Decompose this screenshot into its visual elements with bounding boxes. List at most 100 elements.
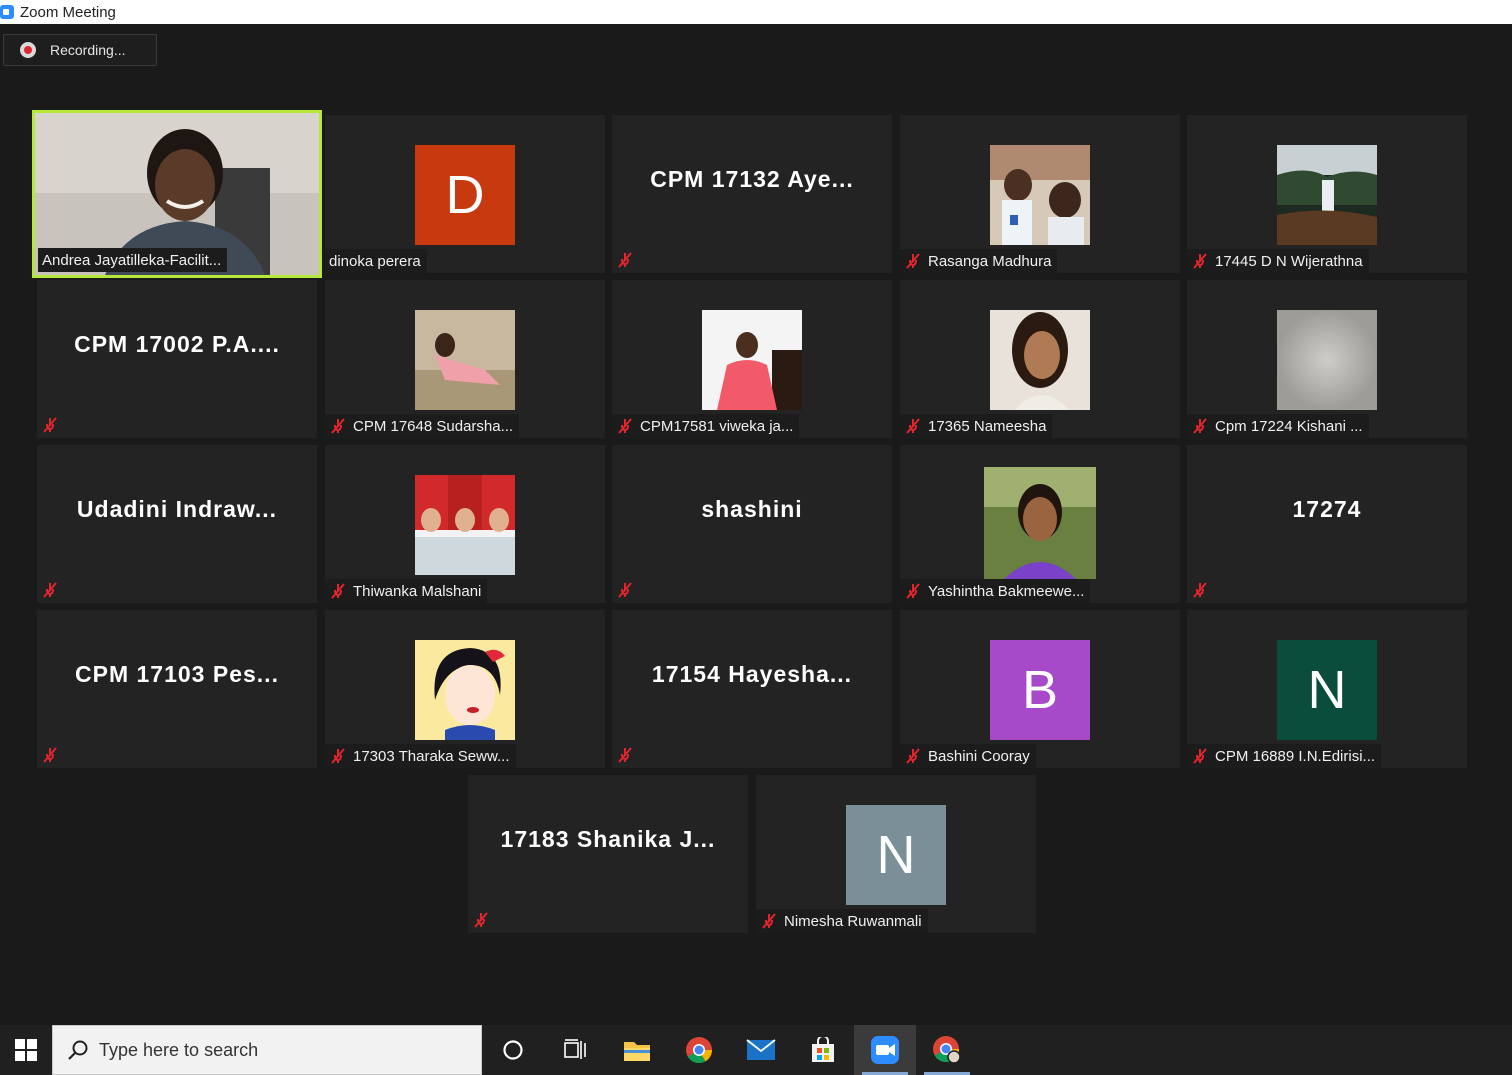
participant-display-name: CPM 17002 P.A.... bbox=[74, 330, 280, 357]
participant-name: 17365 Nameesha bbox=[928, 417, 1047, 435]
chrome-icon[interactable] bbox=[668, 1025, 730, 1075]
participant-display-name: Udadini Indraw... bbox=[76, 495, 278, 522]
participant-namebar: Cpm 17224 Kishani ... bbox=[1187, 414, 1369, 438]
participant-photo bbox=[984, 467, 1096, 579]
cortana-icon[interactable] bbox=[482, 1025, 544, 1075]
participant-name: Nimesha Ruwanmali bbox=[784, 912, 922, 930]
participant-name: Bashini Cooray bbox=[928, 747, 1030, 765]
participant-tile[interactable]: CPM17581 viweka ja... bbox=[612, 280, 892, 438]
participant-name: CPM 16889 I.N.Edirisi... bbox=[1215, 747, 1376, 765]
participant-namebar: 17365 Nameesha bbox=[900, 414, 1053, 438]
participant-namebar: Andrea Jayatilleka-Facilit... bbox=[38, 248, 228, 272]
file-explorer-icon[interactable] bbox=[606, 1025, 668, 1075]
participant-name: Yashintha Bakmeewe... bbox=[928, 582, 1085, 600]
muted-mic-icon bbox=[618, 747, 632, 763]
participant-name: CPM17581 viweka ja... bbox=[640, 417, 794, 435]
chrome-profile-icon[interactable] bbox=[916, 1025, 978, 1075]
participant-tile[interactable]: Andrea Jayatilleka-Facilit... bbox=[32, 110, 322, 278]
participant-tile[interactable]: CPM 17103 Pes... bbox=[37, 610, 317, 768]
muted-mic-icon bbox=[329, 582, 347, 600]
participant-tile[interactable]: 17445 D N Wijerathna bbox=[1187, 115, 1467, 273]
participant-namebar: Bashini Cooray bbox=[900, 744, 1036, 768]
muted-mic-icon bbox=[329, 747, 347, 765]
participant-display-name: 17274 bbox=[1292, 495, 1362, 522]
mail-icon[interactable] bbox=[730, 1025, 792, 1075]
muted-mic-icon bbox=[618, 252, 632, 268]
store-icon[interactable] bbox=[792, 1025, 854, 1075]
participant-name: Andrea Jayatilleka-Facilit... bbox=[42, 251, 222, 269]
participant-tile[interactable]: CPM 17002 P.A.... bbox=[37, 280, 317, 438]
participant-name: CPM 17648 Sudarsha... bbox=[353, 417, 514, 435]
participant-tile[interactable]: shashini bbox=[612, 445, 892, 603]
participant-name: dinoka perera bbox=[329, 252, 421, 270]
participant-name: 17303 Tharaka Seww... bbox=[353, 747, 510, 765]
avatar: B bbox=[990, 640, 1090, 740]
recording-label: Recording... bbox=[50, 42, 126, 58]
participant-name: 17445 D N Wijerathna bbox=[1215, 252, 1363, 270]
participant-display-name: shashini bbox=[701, 495, 803, 522]
participant-name: Cpm 17224 Kishani ... bbox=[1215, 417, 1363, 435]
muted-mic-icon bbox=[760, 912, 778, 930]
participant-photo bbox=[1277, 310, 1377, 410]
participant-tile[interactable]: N CPM 16889 I.N.Edirisi... bbox=[1187, 610, 1467, 768]
participant-photo bbox=[1277, 145, 1377, 245]
muted-mic-icon bbox=[43, 747, 57, 763]
participant-namebar: 17445 D N Wijerathna bbox=[1187, 249, 1369, 273]
task-view-icon[interactable] bbox=[544, 1025, 606, 1075]
participant-name: Thiwanka Malshani bbox=[353, 582, 482, 600]
muted-mic-icon bbox=[1191, 747, 1209, 765]
muted-mic-icon bbox=[1191, 252, 1209, 270]
participant-tile[interactable]: CPM 17648 Sudarsha... bbox=[325, 280, 605, 438]
participant-tile[interactable]: B Bashini Cooray bbox=[900, 610, 1180, 768]
muted-mic-icon bbox=[904, 417, 922, 435]
muted-mic-icon bbox=[1191, 417, 1209, 435]
participant-namebar: Nimesha Ruwanmali bbox=[756, 909, 928, 933]
participant-tile[interactable]: 17303 Tharaka Seww... bbox=[325, 610, 605, 768]
avatar: N bbox=[1277, 640, 1377, 740]
record-icon bbox=[20, 42, 36, 58]
participant-tile[interactable]: Thiwanka Malshani bbox=[325, 445, 605, 603]
participant-tile[interactable]: Udadini Indraw... bbox=[37, 445, 317, 603]
muted-mic-icon bbox=[43, 582, 57, 598]
participant-tile[interactable]: 17154 Hayesha... bbox=[612, 610, 892, 768]
participant-namebar: CPM17581 viweka ja... bbox=[612, 414, 800, 438]
windows-start-icon[interactable] bbox=[0, 1025, 52, 1075]
participant-tile[interactable]: D dinoka perera bbox=[325, 115, 605, 273]
muted-mic-icon bbox=[904, 747, 922, 765]
participant-photo bbox=[415, 310, 515, 410]
participant-tile[interactable]: N Nimesha Ruwanmali bbox=[756, 775, 1036, 933]
participant-tile[interactable]: 17365 Nameesha bbox=[900, 280, 1180, 438]
avatar: N bbox=[846, 805, 946, 905]
muted-mic-icon bbox=[616, 417, 634, 435]
participant-display-name: CPM 17103 Pes... bbox=[75, 660, 279, 687]
zoom-icon[interactable] bbox=[854, 1025, 916, 1075]
search-placeholder: Type here to search bbox=[99, 1039, 259, 1060]
taskbar-search-box[interactable]: Type here to search bbox=[52, 1025, 482, 1075]
participant-photo bbox=[702, 310, 802, 410]
recording-indicator[interactable]: Recording... bbox=[3, 34, 157, 66]
participant-tile[interactable]: Yashintha Bakmeewe... bbox=[900, 445, 1180, 603]
participant-namebar: Yashintha Bakmeewe... bbox=[900, 579, 1091, 603]
taskbar: Type here to search bbox=[0, 1025, 1512, 1075]
window-title: Zoom Meeting bbox=[20, 3, 116, 21]
participant-tile[interactable]: Rasanga Madhura bbox=[900, 115, 1180, 273]
participant-tile[interactable]: CPM 17132 Aye... bbox=[612, 115, 892, 273]
participant-tile[interactable]: Cpm 17224 Kishani ... bbox=[1187, 280, 1467, 438]
participant-namebar: CPM 17648 Sudarsha... bbox=[325, 414, 520, 438]
zoom-app-icon bbox=[0, 5, 14, 19]
muted-mic-icon bbox=[1193, 582, 1207, 598]
participant-display-name: 17183 Shanika J... bbox=[500, 825, 716, 852]
muted-mic-icon bbox=[618, 582, 632, 598]
muted-mic-icon bbox=[904, 252, 922, 270]
participant-namebar: dinoka perera bbox=[325, 249, 427, 273]
search-icon bbox=[68, 1040, 88, 1060]
meeting-stage: Recording... Andrea Jayatilleka-Facilit.… bbox=[0, 24, 1512, 1025]
muted-mic-icon bbox=[904, 582, 922, 600]
avatar: D bbox=[415, 145, 515, 245]
participant-name: Rasanga Madhura bbox=[928, 252, 1052, 270]
participant-tile[interactable]: 17183 Shanika J... bbox=[468, 775, 748, 933]
participant-tile[interactable]: 17274 bbox=[1187, 445, 1467, 603]
muted-mic-icon bbox=[474, 912, 488, 928]
participant-display-name: 17154 Hayesha... bbox=[651, 660, 853, 687]
participant-display-name: CPM 17132 Aye... bbox=[650, 165, 854, 192]
